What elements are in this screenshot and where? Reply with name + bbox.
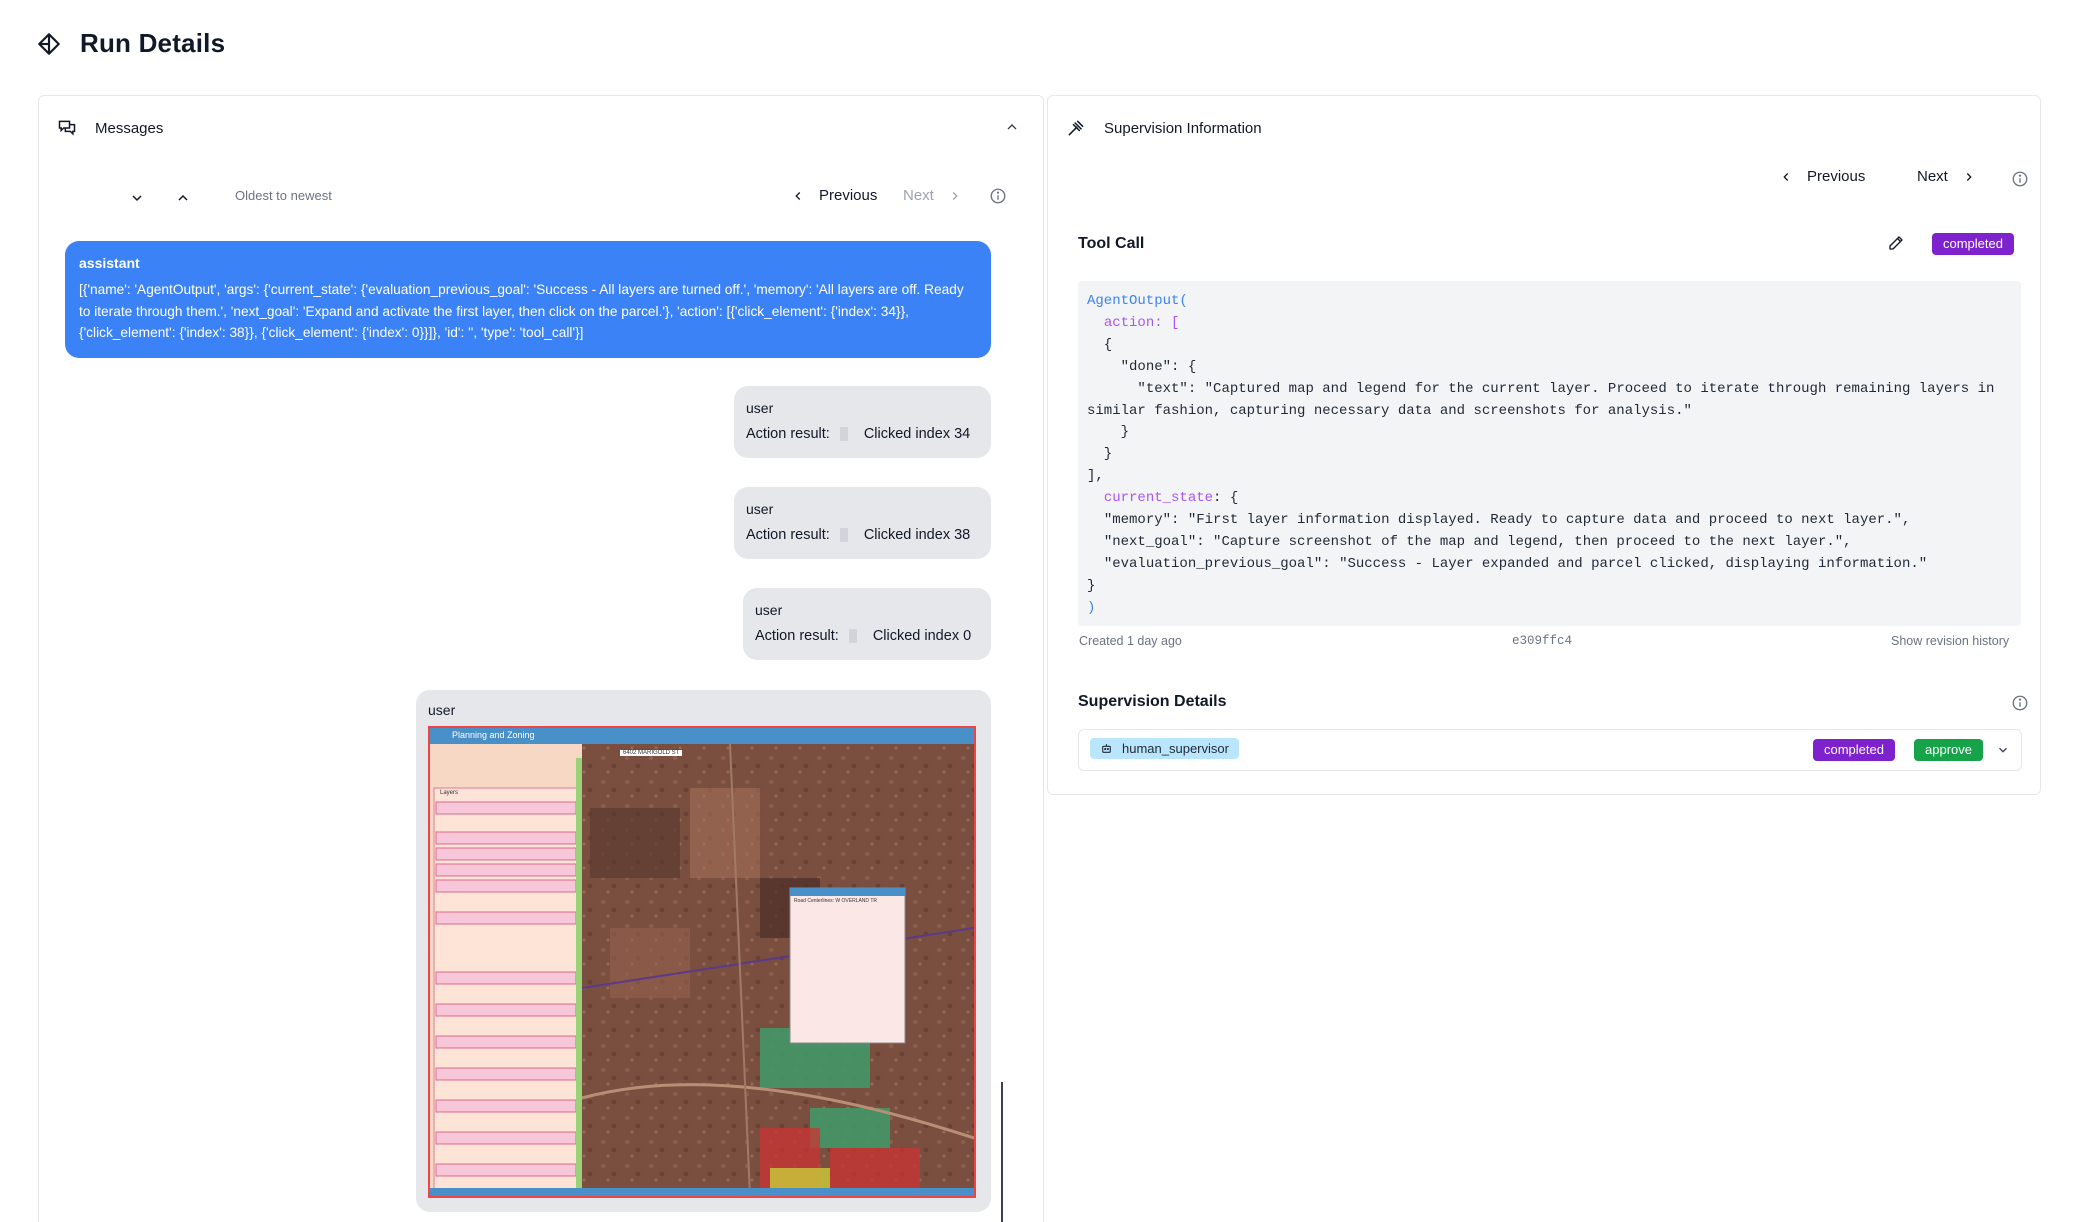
screenshot-popup-title: Road Centerlines: W OVERLAND TR	[794, 898, 877, 904]
chevron-up-icon	[178, 194, 188, 201]
messages-previous-button[interactable]: Previous	[791, 187, 877, 204]
code-key: "done"	[1120, 358, 1172, 375]
code-value: "Capture screenshot of the map and legen…	[1213, 533, 1844, 550]
supervision-header: Supervision Information	[1066, 118, 1262, 138]
user-message: user Action result: Clicked index 0	[743, 588, 991, 660]
info-icon[interactable]	[2011, 694, 2029, 712]
code-function: AgentOutput(	[1087, 293, 1188, 309]
code-key: "memory"	[1103, 512, 1172, 529]
code-key: action	[1103, 314, 1155, 331]
action-result-prefix: Action result:	[755, 628, 839, 644]
screenshot-search-value: 6402 MARIGOLD ST	[620, 750, 683, 756]
tool-call-status-badge: completed	[1932, 233, 2014, 255]
next-label: Next	[1917, 168, 1948, 185]
info-icon[interactable]	[989, 187, 1007, 205]
message-role: user	[428, 702, 456, 718]
code-value: "First layer information displayed. Read…	[1187, 512, 1902, 529]
supervision-details-title: Supervision Details	[1078, 693, 1227, 710]
message-content: Action result: Clicked index 0	[755, 628, 979, 644]
tool-call-code: AgentOutput( action: [ { "done": { "text…	[1078, 281, 2021, 626]
message-role: user	[746, 501, 774, 517]
chevron-up-icon	[1007, 124, 1017, 130]
previous-label: Previous	[819, 187, 878, 204]
code-key: "next_goal"	[1103, 533, 1197, 550]
chevron-down-icon	[132, 195, 142, 202]
user-screenshot-message: user Planning and Zoning 6402 MARIGOLD S…	[416, 690, 991, 1212]
chevron-left-icon	[795, 191, 801, 200]
screenshot-image[interactable]: Planning and Zoning 6402 MARIGOLD ST Lay…	[428, 726, 976, 1198]
action-result-text: Clicked index 34	[863, 426, 971, 442]
gavel-icon	[1068, 120, 1084, 136]
code-key: "text"	[1137, 380, 1188, 397]
message-content: Action result: Clicked index 38	[746, 527, 979, 543]
scroll-down-button[interactable]	[123, 184, 151, 212]
run-logo-icon	[38, 32, 60, 55]
page-header: Run Details	[36, 28, 225, 59]
user-message: user Action result: Clicked index 38	[734, 487, 991, 559]
code-value: similar fashion, capturing necessary dat…	[1087, 402, 1692, 419]
map-screenshot-graphic	[430, 728, 974, 1196]
screenshot-layers-heading: Layers	[440, 790, 459, 796]
supervision-title: Supervision Information	[1104, 119, 1262, 137]
image-thumbnail-icon	[848, 629, 857, 643]
code-value: "Captured map and legend for the current…	[1204, 380, 1995, 397]
messages-title: Messages	[95, 119, 164, 137]
supervision-decision-badge: approve	[1914, 739, 1983, 761]
created-time: Created 1 day ago	[1079, 634, 1182, 648]
user-message: user Action result: Clicked index 34	[734, 386, 991, 458]
message-role: assistant	[79, 255, 140, 271]
messages-header: Messages	[57, 118, 163, 138]
robot-icon	[1102, 744, 1111, 753]
next-label: Next	[903, 187, 934, 204]
messages-scrollbar[interactable]	[1001, 1082, 1003, 1222]
supervisor-row[interactable]: human_supervisor completed approve	[1078, 729, 2022, 771]
page-title: Run Details	[80, 28, 226, 58]
messages-icon	[58, 120, 76, 136]
message-order-toggle[interactable]: Oldest to newest	[235, 188, 332, 203]
code-value: "Success - Layer expanded and parcel cli…	[1339, 555, 1928, 572]
action-result-text: Clicked index 0	[872, 628, 972, 644]
message-role: user	[755, 602, 783, 618]
message-content: Action result: Clicked index 34	[746, 426, 979, 442]
edit-pencil-icon[interactable]	[1887, 234, 1905, 252]
show-revision-history-link[interactable]: Show revision history	[1891, 634, 2009, 648]
supervision-next-button[interactable]: Next	[1917, 168, 1976, 185]
assistant-message: assistant [{'name': 'AgentOutput', 'args…	[65, 241, 991, 358]
image-thumbnail-icon	[839, 427, 848, 441]
scroll-up-button[interactable]	[169, 184, 197, 212]
supervisor-chip: human_supervisor	[1090, 738, 1239, 759]
chevron-down-icon[interactable]	[1996, 743, 2010, 757]
action-result-prefix: Action result:	[746, 426, 830, 442]
chevron-right-icon	[952, 191, 958, 200]
code-key: "evaluation_previous_goal"	[1103, 555, 1323, 572]
messages-next-button[interactable]: Next	[903, 187, 962, 204]
screenshot-app-title: Planning and Zoning	[452, 730, 535, 740]
info-icon[interactable]	[2011, 170, 2029, 188]
revision-hash: e309ffc4	[1512, 634, 1573, 648]
image-thumbnail-icon	[839, 528, 848, 542]
chevron-left-icon	[1783, 172, 1789, 181]
message-content: [{'name': 'AgentOutput', 'args': {'curre…	[79, 282, 964, 340]
collapse-messages-button[interactable]	[1001, 116, 1023, 138]
supervisor-name: human_supervisor	[1122, 741, 1229, 756]
supervision-status-badge: completed	[1813, 739, 1895, 761]
chevron-right-icon	[1966, 172, 1972, 181]
supervision-previous-button[interactable]: Previous	[1779, 168, 1865, 185]
messages-toolbar: Oldest to newest Previous Next	[87, 178, 1037, 218]
previous-label: Previous	[1807, 168, 1866, 185]
message-role: user	[746, 400, 774, 416]
action-result-prefix: Action result:	[746, 527, 830, 543]
tool-call-title: Tool Call	[1078, 235, 1145, 252]
action-result-text: Clicked index 38	[863, 527, 971, 543]
code-key: current_state	[1103, 490, 1214, 507]
